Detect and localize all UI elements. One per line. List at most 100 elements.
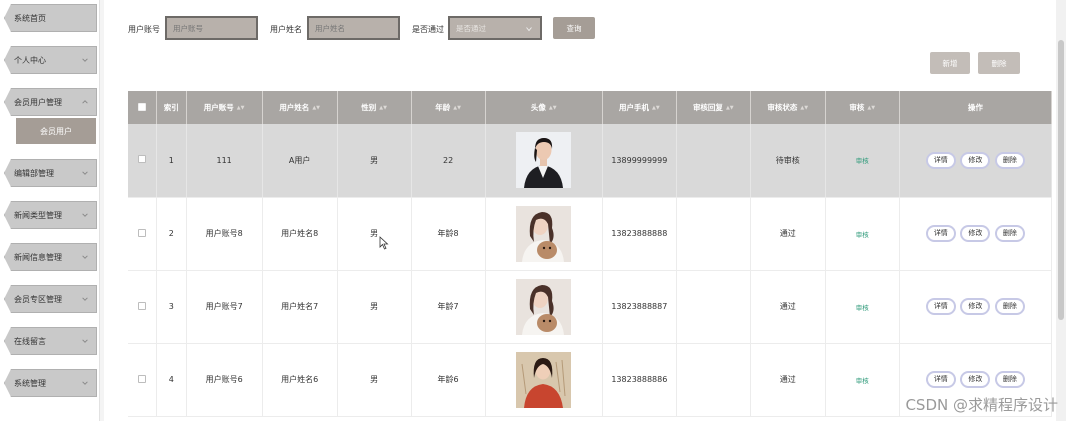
avatar (516, 351, 572, 408)
sidebar-item-label: 个人中心 (14, 55, 46, 65)
column-header-actions: 操作 (899, 91, 1052, 124)
column-header-status[interactable]: 审核状态 ▲▼ (750, 91, 826, 124)
cell-account: 用户账号6 (186, 343, 263, 417)
row-checkbox[interactable] (138, 374, 146, 383)
audit-link[interactable]: 审核 (856, 304, 869, 312)
column-header-name[interactable]: 用户姓名 ▲▼ (262, 91, 338, 124)
search-bar: 用户账号 用户姓名 是否通过 是否通过 查询 (104, 14, 804, 42)
batch-delete-button[interactable]: 删除 (978, 52, 1020, 74)
sidebar-item-personal-center[interactable]: 个人中心 (4, 46, 97, 74)
sidebar-item-label: 编辑部管理 (14, 168, 54, 178)
sidebar-subitem-label: 会员用户 (40, 126, 72, 136)
watermark: CSDN @求精程序设计 (905, 396, 1058, 414)
cell-status: 待审核 (750, 124, 826, 198)
table-row[interactable]: 2 用户账号8 用户姓名8 男 年龄8 13823888888 通过 审核 详情… (128, 197, 1052, 271)
audit-link[interactable]: 审核 (856, 231, 869, 239)
sidebar-item-label: 会员专区管理 (14, 294, 62, 304)
sort-icon[interactable]: ▲▼ (549, 105, 557, 111)
sidebar-item-online-messages[interactable]: 在线留言 (4, 327, 97, 355)
delete-button[interactable]: 删除 (994, 225, 1025, 242)
add-button[interactable]: 新增 (930, 52, 970, 74)
name-label: 用户姓名 (270, 25, 302, 34)
cell-gender: 男 (337, 124, 412, 198)
vertical-scrollbar[interactable] (1056, 0, 1066, 421)
delete-button[interactable]: 删除 (994, 151, 1025, 169)
sidebar-item-label: 系统管理 (14, 378, 46, 388)
sidebar-item-system-management[interactable]: 系统管理 (4, 369, 97, 397)
cell-gender: 男 (337, 343, 412, 417)
chevron-down-icon (80, 294, 90, 304)
name-search-input[interactable] (307, 16, 400, 40)
cell-gender: 男 (337, 270, 412, 344)
audit-link[interactable]: 审核 (856, 157, 869, 165)
sidebar-item-member-management[interactable]: 会员用户管理 (4, 88, 97, 116)
sidebar: 系统首页 个人中心 会员用户管理 会员用户 编辑部管理 新闻类型管理 新闻信息管… (0, 0, 100, 421)
cell-audit: 审核 (825, 197, 900, 271)
chevron-down-icon (80, 336, 90, 346)
account-search-input[interactable] (165, 16, 258, 40)
cell-audit: 审核 (825, 343, 900, 417)
scrollbar-thumb[interactable] (1058, 40, 1064, 320)
sort-icon[interactable]: ▲▼ (453, 105, 461, 111)
sort-icon[interactable]: ▲▼ (379, 105, 387, 111)
sidebar-item-news-type-management[interactable]: 新闻类型管理 (4, 201, 97, 229)
detail-button[interactable]: 详情 (925, 371, 956, 388)
sort-icon[interactable]: ▲▼ (800, 105, 808, 111)
mouse-cursor-icon (379, 236, 389, 250)
delete-button[interactable]: 删除 (994, 371, 1025, 388)
row-checkbox[interactable] (138, 228, 146, 237)
edit-button[interactable]: 修改 (960, 151, 991, 169)
column-header-index: 索引 (156, 91, 187, 124)
sort-icon[interactable]: ▲▼ (652, 105, 660, 111)
detail-button[interactable]: 详情 (925, 225, 956, 242)
chevron-down-icon (80, 168, 90, 178)
passed-select[interactable]: 是否通过 (448, 16, 542, 40)
column-header-avatar[interactable]: 头像 ▲▼ (485, 91, 603, 124)
sort-icon[interactable]: ▲▼ (726, 105, 734, 111)
edit-button[interactable]: 修改 (960, 298, 991, 315)
chevron-down-icon (80, 210, 90, 220)
row-checkbox[interactable] (138, 155, 146, 164)
sidebar-item-member-zone-management[interactable]: 会员专区管理 (4, 285, 97, 313)
column-header-account[interactable]: 用户账号 ▲▼ (186, 91, 263, 124)
detail-button[interactable]: 详情 (925, 151, 956, 169)
audit-link[interactable]: 审核 (856, 377, 869, 385)
avatar (516, 205, 572, 262)
table-row[interactable]: 3 用户账号7 用户姓名7 男 年龄7 13823888887 通过 审核 详情… (128, 270, 1052, 344)
column-header-audit[interactable]: 审核 ▲▼ (825, 91, 900, 124)
select-all-cell[interactable] (128, 91, 158, 124)
cell-account: 用户账号7 (186, 270, 263, 344)
sort-icon[interactable]: ▲▼ (312, 105, 320, 111)
delete-button[interactable]: 删除 (994, 298, 1025, 315)
sidebar-item-editorial-management[interactable]: 编辑部管理 (4, 159, 97, 187)
sort-icon[interactable]: ▲▼ (237, 105, 245, 111)
table-row[interactable]: 1 111 A用户 男 22 13899999999 待审核 审核 详情 修改 … (128, 124, 1052, 198)
cell-phone: 13823888886 (602, 343, 677, 417)
chevron-up-icon (80, 97, 90, 107)
edit-button[interactable]: 修改 (960, 371, 991, 388)
sidebar-item-label: 新闻信息管理 (14, 252, 62, 262)
detail-button[interactable]: 详情 (925, 298, 956, 315)
edit-button[interactable]: 修改 (960, 225, 991, 242)
sidebar-item-news-info-management[interactable]: 新闻信息管理 (4, 243, 97, 271)
cell-name: A用户 (262, 124, 338, 198)
select-all-checkbox[interactable] (138, 102, 146, 111)
sidebar-subitem-member-users[interactable]: 会员用户 (16, 118, 96, 144)
cell-account: 用户账号8 (186, 197, 263, 271)
cell-actions: 详情 修改 删除 (899, 124, 1052, 198)
cell-reply (676, 197, 751, 271)
cell-age: 年龄7 (411, 270, 486, 344)
passed-label: 是否通过 (412, 25, 444, 34)
column-header-reply[interactable]: 审核回复 ▲▼ (676, 91, 751, 124)
sort-icon[interactable]: ▲▼ (867, 105, 875, 111)
cell-status: 通过 (750, 270, 826, 344)
column-header-age[interactable]: 年龄 ▲▼ (411, 91, 486, 124)
query-button[interactable]: 查询 (553, 17, 595, 39)
cell-avatar (485, 270, 603, 344)
column-header-phone[interactable]: 用户手机 ▲▼ (602, 91, 677, 124)
column-header-gender[interactable]: 性别 ▲▼ (337, 91, 412, 124)
sidebar-item-home[interactable]: 系统首页 (4, 4, 97, 32)
sidebar-item-label: 在线留言 (14, 336, 46, 346)
row-checkbox[interactable] (138, 301, 146, 310)
cell-index: 3 (156, 270, 187, 344)
